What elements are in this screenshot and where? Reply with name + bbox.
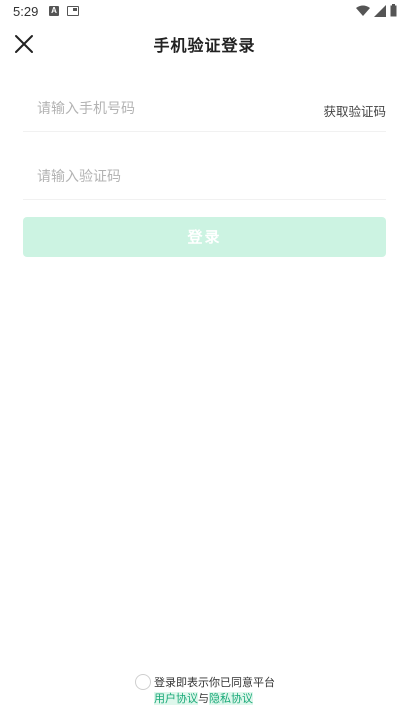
user-agreement-link[interactable]: 用户协议	[154, 692, 198, 705]
agreement-conjunction: 与	[198, 692, 209, 705]
status-time: 5:29	[13, 4, 39, 19]
agreement-checkbox[interactable]	[135, 674, 151, 690]
get-code-button[interactable]: 获取验证码	[323, 101, 386, 120]
agreement-text: 登录即表示你已同意平台	[154, 676, 275, 689]
status-icons	[356, 4, 397, 17]
status-bar: 5:29 A	[0, 0, 409, 24]
header: 手机验证登录	[0, 24, 409, 64]
wifi-icon	[356, 5, 370, 16]
privacy-agreement-link[interactable]: 隐私协议	[209, 692, 253, 705]
page-title: 手机验证登录	[153, 36, 256, 55]
signal-icon	[374, 4, 386, 17]
notification-a-icon: A	[49, 6, 59, 16]
phone-input[interactable]	[37, 98, 297, 120]
login-button[interactable]: 登录	[23, 217, 386, 257]
phone-field-row: 获取验证码	[23, 86, 386, 132]
code-field-row	[23, 154, 386, 200]
picture-in-picture-icon	[67, 6, 79, 16]
battery-icon	[390, 4, 397, 17]
code-input[interactable]	[37, 166, 297, 188]
agreement-links: 用户协议与隐私协议	[154, 690, 253, 706]
notification-a-letter: A	[51, 6, 57, 15]
